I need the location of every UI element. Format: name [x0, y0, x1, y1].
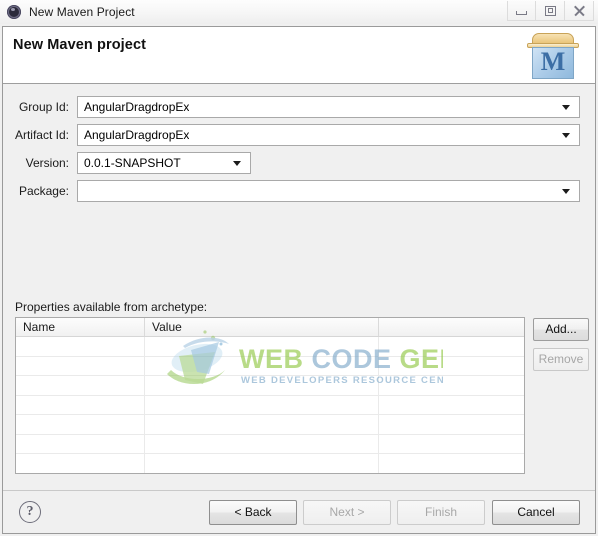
field-row-version: Version: 0.0.1-SNAPSHOT	[3, 152, 251, 174]
back-button[interactable]: < Back	[209, 500, 297, 525]
cell-value	[145, 376, 379, 395]
eclipse-gear-icon	[6, 4, 22, 20]
cell-value	[145, 454, 379, 473]
dialog-button-bar: ? < Back Next > Finish Cancel	[3, 490, 595, 533]
package-label: Package:	[3, 184, 77, 198]
properties-label: Properties available from archetype:	[15, 300, 207, 314]
version-label: Version:	[3, 156, 77, 170]
cell-name	[16, 337, 145, 356]
close-button[interactable]	[565, 1, 594, 21]
cell-extra	[379, 376, 524, 395]
cell-name	[16, 396, 145, 415]
dialog-frame: New Maven project M Group Id: AngularDra…	[2, 26, 596, 534]
artifact-id-combo[interactable]: AngularDragdropEx	[77, 124, 580, 146]
column-header-name[interactable]: Name	[16, 318, 145, 336]
cell-value	[145, 435, 379, 454]
package-combo[interactable]	[77, 180, 580, 202]
maven-archive-logo: M	[525, 30, 581, 80]
table-row[interactable]	[16, 454, 524, 474]
page-title: New Maven project	[13, 37, 146, 53]
cell-extra	[379, 435, 524, 454]
chevron-down-icon	[233, 161, 241, 166]
group-id-label: Group Id:	[3, 100, 77, 114]
minimize-icon	[516, 11, 527, 15]
table-row[interactable]	[16, 396, 524, 416]
cell-extra	[379, 357, 524, 376]
table-row[interactable]	[16, 415, 524, 435]
properties-table[interactable]: Name Value	[15, 317, 525, 474]
window-title: New Maven Project	[29, 5, 135, 19]
cell-extra	[379, 415, 524, 434]
add-property-button[interactable]: Add...	[533, 318, 589, 341]
cancel-button[interactable]: Cancel	[492, 500, 580, 525]
cell-name	[16, 454, 145, 473]
chevron-down-icon	[562, 133, 570, 138]
table-row[interactable]	[16, 357, 524, 377]
cell-value	[145, 415, 379, 434]
artifact-id-label: Artifact Id:	[3, 128, 77, 142]
dialog-content: Group Id: AngularDragdropEx Artifact Id:…	[3, 84, 595, 490]
cell-value	[145, 357, 379, 376]
cell-extra	[379, 396, 524, 415]
artifact-id-value: AngularDragdropEx	[78, 128, 189, 142]
column-header-extra[interactable]	[379, 318, 524, 336]
new-maven-project-window: New Maven Project New Maven project	[0, 0, 598, 536]
page-subtitle	[15, 63, 415, 73]
group-id-value: AngularDragdropEx	[78, 100, 189, 114]
table-header-row: Name Value	[16, 318, 524, 337]
finish-button: Finish	[397, 500, 485, 525]
window-controls	[507, 1, 594, 21]
version-value: 0.0.1-SNAPSHOT	[78, 156, 181, 170]
cell-value	[145, 396, 379, 415]
minimize-button[interactable]	[507, 1, 536, 21]
group-id-combo[interactable]: AngularDragdropEx	[77, 96, 580, 118]
remove-property-button: Remove	[533, 348, 589, 371]
chevron-down-icon	[562, 105, 570, 110]
table-row[interactable]	[16, 435, 524, 455]
field-row-package: Package:	[3, 180, 580, 202]
chevron-down-icon	[562, 189, 570, 194]
column-header-value[interactable]: Value	[145, 318, 379, 336]
dialog-header-banner: New Maven project M	[3, 27, 595, 84]
table-row[interactable]	[16, 337, 524, 357]
close-icon	[573, 5, 585, 16]
version-combo[interactable]: 0.0.1-SNAPSHOT	[77, 152, 251, 174]
field-row-artifact-id: Artifact Id: AngularDragdropEx	[3, 124, 580, 146]
next-button: Next >	[303, 500, 391, 525]
cell-value	[145, 337, 379, 356]
maven-logo-letter: M	[541, 49, 566, 75]
maximize-button[interactable]	[536, 1, 565, 21]
table-row[interactable]	[16, 376, 524, 396]
cell-name	[16, 376, 145, 395]
cell-extra	[379, 454, 524, 473]
help-icon[interactable]: ?	[19, 501, 41, 523]
cell-extra	[379, 337, 524, 356]
cell-name	[16, 357, 145, 376]
maximize-icon	[545, 6, 556, 16]
table-body	[16, 337, 524, 474]
cell-name	[16, 415, 145, 434]
title-bar: New Maven Project	[0, 0, 598, 24]
cell-name	[16, 435, 145, 454]
field-row-group-id: Group Id: AngularDragdropEx	[3, 96, 580, 118]
